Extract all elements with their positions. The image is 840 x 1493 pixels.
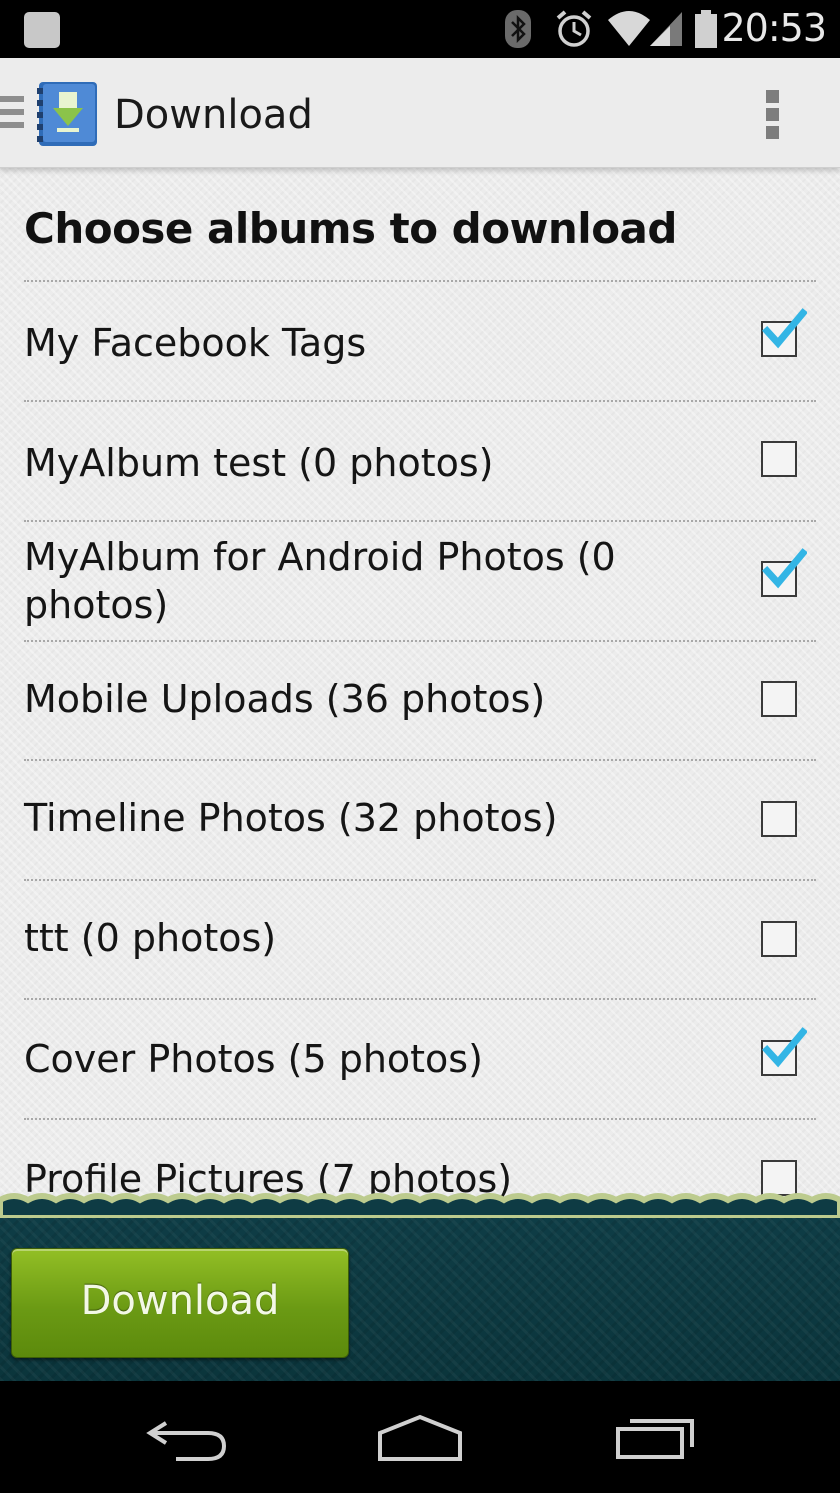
page-title: Download <box>114 92 313 138</box>
album-label: MyAlbum for Android Photos (0 photos) <box>24 535 616 627</box>
album-checkbox[interactable] <box>761 681 797 717</box>
status-bar: 20:53 <box>0 0 840 58</box>
checkmark-icon <box>762 548 807 589</box>
download-button[interactable]: Download <box>11 1248 349 1358</box>
recent-apps-icon[interactable] <box>614 1411 698 1463</box>
album-label: Mobile Uploads (36 photos) <box>24 677 546 721</box>
album-label: Cover Photos (5 photos) <box>24 1037 483 1081</box>
checkmark-icon <box>762 308 807 349</box>
album-row[interactable]: Timeline Photos (32 photos) <box>0 760 840 878</box>
album-checkbox[interactable] <box>761 801 797 837</box>
album-row[interactable]: Mobile Uploads (36 photos) <box>0 641 840 759</box>
album-row[interactable]: MyAlbum test (0 photos) <box>0 401 840 519</box>
album-label: ttt (0 photos) <box>24 916 277 960</box>
signal-icon <box>650 12 682 46</box>
album-label: Timeline Photos (32 photos) <box>24 796 558 840</box>
album-checkbox[interactable] <box>761 921 797 957</box>
drawer-indicator-icon[interactable] <box>0 96 26 130</box>
notification-icon <box>24 12 60 48</box>
overflow-menu-icon[interactable] <box>766 90 782 140</box>
battery-icon <box>695 10 717 48</box>
back-icon[interactable] <box>146 1411 228 1463</box>
album-checkbox[interactable] <box>761 548 807 597</box>
footer-panel: Download <box>0 1198 840 1381</box>
album-checkbox[interactable] <box>761 441 797 477</box>
app-logo-icon[interactable] <box>33 80 99 148</box>
album-label: MyAlbum test (0 photos) <box>24 441 494 485</box>
home-icon[interactable] <box>376 1411 464 1463</box>
album-row[interactable]: My Facebook Tags <box>0 281 840 399</box>
album-row[interactable]: Cover Photos (5 photos) <box>0 999 840 1117</box>
album-row[interactable]: Profile Pictures (7 photos) <box>0 1119 840 1198</box>
album-row[interactable]: MyAlbum for Android Photos (0 photos) <box>0 521 840 639</box>
album-checkbox[interactable] <box>761 1027 807 1076</box>
checkmark-icon <box>762 1027 807 1068</box>
navigation-bar <box>0 1381 840 1493</box>
album-label: My Facebook Tags <box>24 321 367 365</box>
action-bar: Download <box>0 58 840 168</box>
wifi-icon <box>608 11 650 46</box>
section-heading: Choose albums to download <box>24 204 677 253</box>
status-time: 20:53 <box>721 6 827 50</box>
album-list-panel: Choose albums to download My Facebook Ta… <box>0 168 840 1198</box>
album-checkbox[interactable] <box>761 308 807 357</box>
wavy-border <box>0 1193 840 1218</box>
alarm-icon <box>556 10 592 47</box>
album-row[interactable]: ttt (0 photos) <box>0 880 840 998</box>
bluetooth-icon <box>505 10 531 48</box>
